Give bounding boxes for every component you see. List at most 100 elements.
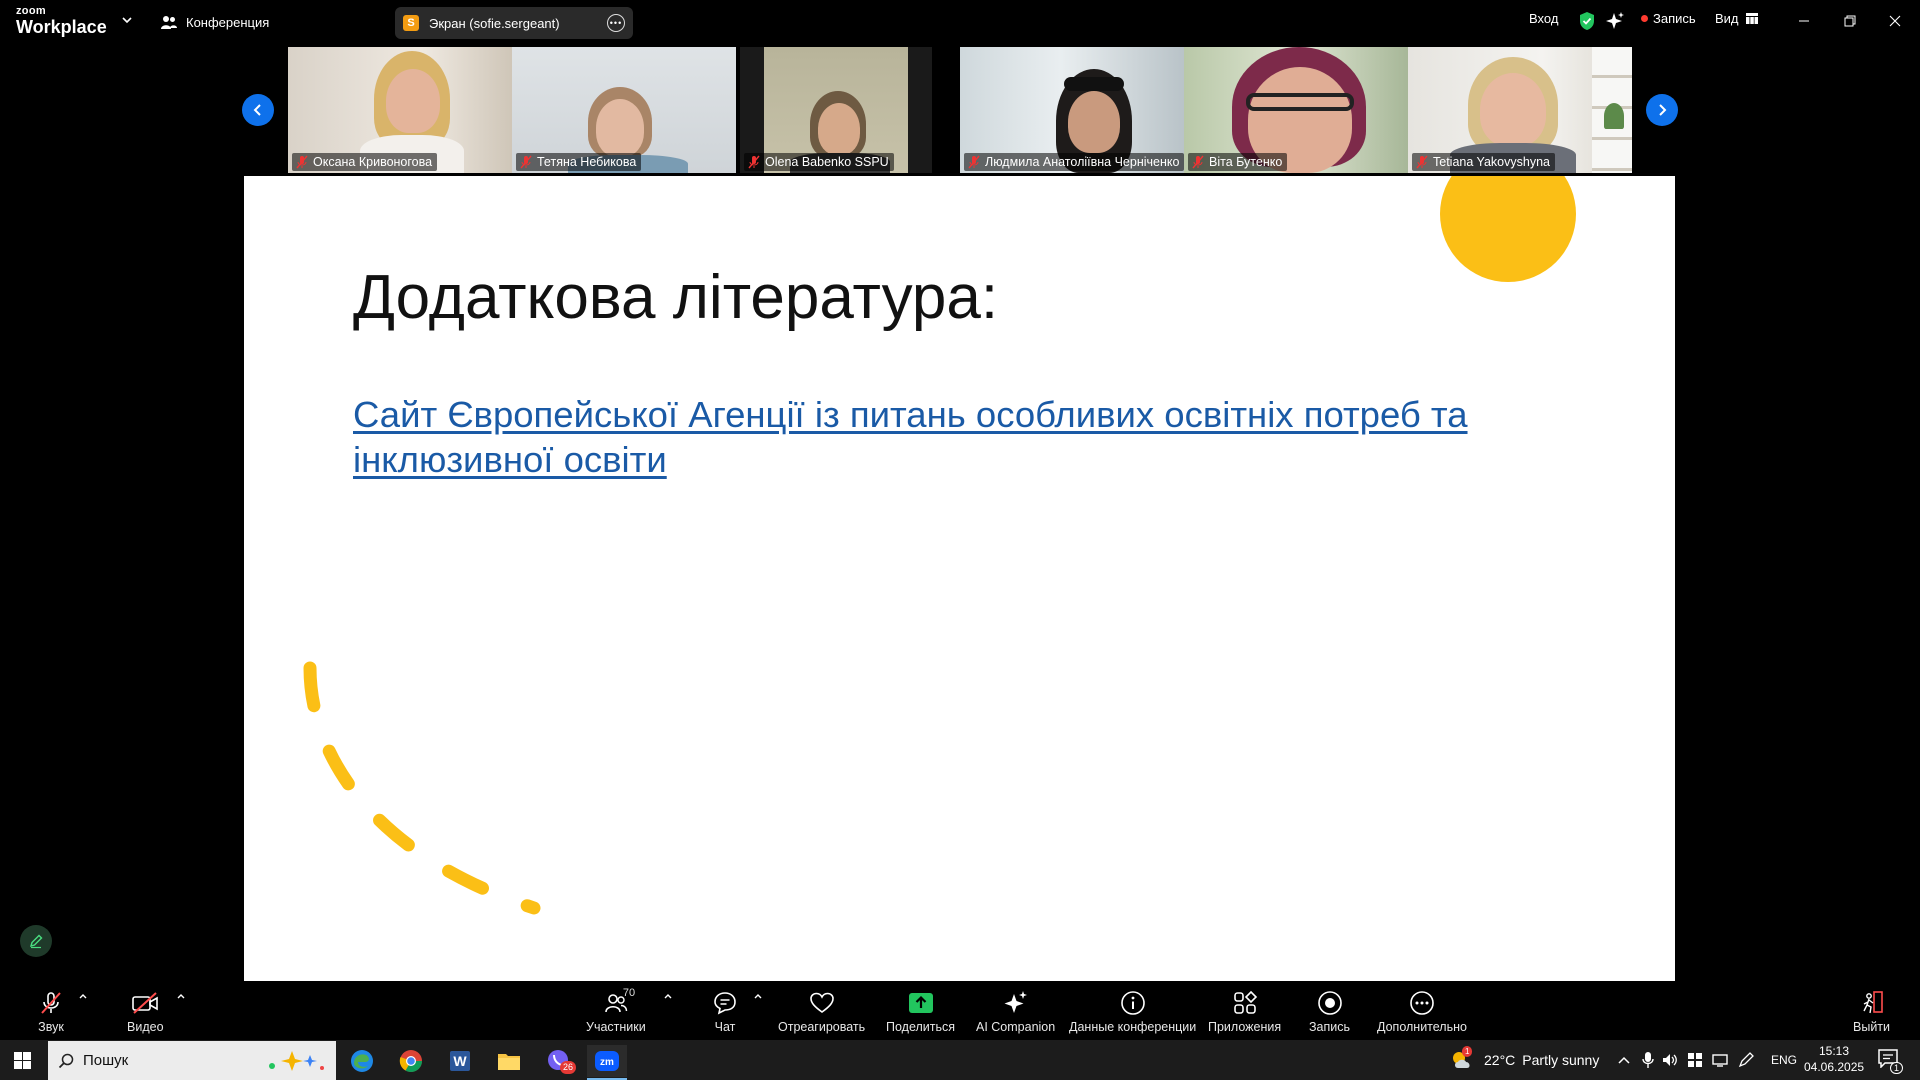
record-label: Запись bbox=[1309, 1020, 1351, 1034]
record-button[interactable]: Запись bbox=[1309, 989, 1350, 1034]
participant-name-tag: Оксана Кривоногова bbox=[292, 153, 438, 171]
security-shield-icon[interactable] bbox=[1578, 11, 1596, 31]
taskbar-word[interactable]: W bbox=[440, 1045, 480, 1077]
leave-door-icon bbox=[1862, 991, 1883, 1014]
participant-name: Olena Babenko SSPU bbox=[765, 155, 889, 169]
brand-bottom-text: Workplace bbox=[16, 17, 107, 37]
view-label: Вид bbox=[1715, 11, 1739, 26]
tray-defender-icon[interactable] bbox=[1687, 1052, 1703, 1068]
tray-expand-chevron-icon[interactable] bbox=[1617, 1054, 1631, 1066]
meeting-info-button[interactable]: Данные конференции bbox=[1069, 989, 1196, 1034]
decorative-yellow-circle bbox=[1440, 176, 1576, 282]
participant-name-tag: Людмила Анатоліївна Черніченко bbox=[964, 153, 1184, 171]
chat-label: Чат bbox=[714, 1020, 736, 1034]
apps-button[interactable]: Приложения bbox=[1208, 989, 1281, 1034]
participant-glasses bbox=[1246, 93, 1354, 111]
restore-button[interactable] bbox=[1839, 10, 1861, 32]
weather-desc: Partly sunny bbox=[1522, 1052, 1600, 1068]
more-label: Дополнительно bbox=[1377, 1020, 1467, 1034]
weather-widget[interactable]: 1 22°C Partly sunny bbox=[1450, 1040, 1599, 1080]
notifications-button[interactable]: 1 bbox=[1877, 1048, 1904, 1074]
chevron-down-icon[interactable] bbox=[120, 13, 134, 27]
close-icon bbox=[1889, 15, 1901, 27]
language-indicator[interactable]: ENG bbox=[1771, 1040, 1797, 1080]
video-tile-6[interactable]: Tetiana Yakovyshyna bbox=[1408, 47, 1632, 173]
apps-icon bbox=[1233, 990, 1257, 1014]
info-icon bbox=[1120, 991, 1145, 1015]
tray-pen-icon[interactable] bbox=[1737, 1051, 1755, 1069]
annotate-button[interactable] bbox=[20, 925, 52, 957]
react-button[interactable]: Отреагировать bbox=[778, 989, 865, 1034]
taskbar-viber[interactable]: 26 bbox=[538, 1045, 578, 1077]
ai-sparkle-icon[interactable] bbox=[1605, 11, 1625, 31]
restore-icon bbox=[1844, 15, 1856, 27]
ai-companion-button[interactable]: AI Companion bbox=[976, 989, 1055, 1034]
participants-options-caret-icon[interactable] bbox=[663, 991, 673, 1001]
mic-muted-icon bbox=[968, 155, 980, 169]
gallery-next-button[interactable] bbox=[1646, 94, 1678, 126]
audio-options-caret-icon[interactable] bbox=[78, 991, 88, 1001]
minimize-button[interactable] bbox=[1793, 10, 1815, 32]
windows-start-icon[interactable] bbox=[14, 1052, 31, 1069]
close-button[interactable] bbox=[1884, 10, 1906, 32]
screen-share-indicator[interactable]: S Экран (sofie.sergeant) ••• bbox=[395, 7, 633, 39]
svg-text:zm: zm bbox=[600, 1057, 614, 1068]
taskbar-clock[interactable]: 15:13 04.06.2025 bbox=[1804, 1043, 1864, 1075]
leave-button[interactable]: Выйти bbox=[1853, 989, 1890, 1034]
record-icon bbox=[1317, 991, 1342, 1015]
zoom-app-icon: zm bbox=[595, 1051, 619, 1071]
share-label: Экран (sofie.sergeant) bbox=[429, 15, 560, 31]
apps-label: Приложения bbox=[1208, 1020, 1282, 1034]
participants-button[interactable]: 70 Участники bbox=[586, 987, 646, 1034]
video-label: Видео bbox=[127, 1020, 164, 1034]
taskbar-zoom[interactable]: zm bbox=[587, 1045, 627, 1080]
ai-companion-label: AI Companion bbox=[976, 1020, 1056, 1034]
participant-name-tag: Тетяна Небикова bbox=[516, 153, 642, 171]
chat-button[interactable]: Чат bbox=[710, 989, 740, 1034]
gallery-prev-button[interactable] bbox=[242, 94, 274, 126]
grid-view-icon bbox=[1745, 13, 1758, 24]
record-dot-icon bbox=[1641, 15, 1648, 22]
video-tile-4[interactable]: Людмила Анатоліївна Черніченко bbox=[960, 47, 1184, 173]
tray-microphone-icon[interactable] bbox=[1641, 1051, 1655, 1069]
participant-background-plant bbox=[1604, 103, 1624, 129]
zoom-title-bar: zoom Workplace Конференция S Экран (sofi… bbox=[0, 0, 1920, 44]
taskbar-chrome[interactable] bbox=[391, 1045, 431, 1077]
video-tile-3[interactable]: Olena Babenko SSPU bbox=[740, 47, 932, 173]
chevron-right-icon bbox=[1659, 104, 1667, 116]
taskbar-search-box[interactable]: Пошук bbox=[48, 1041, 336, 1080]
view-button[interactable]: Вид bbox=[1715, 11, 1758, 26]
react-label: Отреагировать bbox=[778, 1020, 866, 1034]
decorative-dashed-arc bbox=[303, 661, 541, 915]
participant-name: Оксана Кривоногова bbox=[313, 155, 433, 169]
video-button[interactable]: Видео bbox=[127, 989, 164, 1034]
tray-volume-icon[interactable] bbox=[1661, 1052, 1679, 1068]
zoom-workplace-logo[interactable]: zoom Workplace bbox=[16, 6, 107, 37]
participant-face bbox=[386, 69, 440, 133]
minimize-icon bbox=[1799, 20, 1809, 22]
more-options-icon[interactable]: ••• bbox=[607, 14, 625, 32]
video-tile-2[interactable]: Тетяна Небикова bbox=[512, 47, 736, 173]
participants-count: 70 bbox=[622, 987, 636, 999]
leave-label: Выйти bbox=[1853, 1020, 1891, 1034]
participant-name-tag: Olena Babenko SSPU bbox=[744, 153, 894, 171]
audio-button[interactable]: Звук bbox=[36, 989, 66, 1034]
more-button[interactable]: Дополнительно bbox=[1377, 989, 1467, 1034]
video-tile-5[interactable]: Віта Бутенко bbox=[1184, 47, 1408, 173]
meeting-button[interactable]: Конференция bbox=[160, 12, 269, 32]
mic-muted-icon bbox=[1192, 155, 1204, 169]
taskbar-edge[interactable] bbox=[342, 1045, 382, 1077]
recording-indicator[interactable]: Запись bbox=[1641, 11, 1696, 26]
taskbar-file-explorer[interactable] bbox=[489, 1045, 529, 1077]
share-screen-button[interactable]: Поделиться bbox=[886, 989, 955, 1034]
video-options-caret-icon[interactable] bbox=[176, 991, 186, 1001]
tray-network-icon[interactable] bbox=[1711, 1052, 1729, 1068]
participant-name: Віта Бутенко bbox=[1209, 155, 1283, 169]
mic-muted-icon bbox=[748, 155, 760, 169]
participant-name: Тетяна Небикова bbox=[537, 155, 637, 169]
signin-button[interactable]: Вход bbox=[1529, 11, 1558, 26]
chat-options-caret-icon[interactable] bbox=[753, 991, 763, 1001]
clock-date: 04.06.2025 bbox=[1804, 1060, 1865, 1074]
participants-label: Участники bbox=[586, 1020, 646, 1034]
video-tile-1[interactable]: Оксана Кривоногова bbox=[288, 47, 512, 173]
